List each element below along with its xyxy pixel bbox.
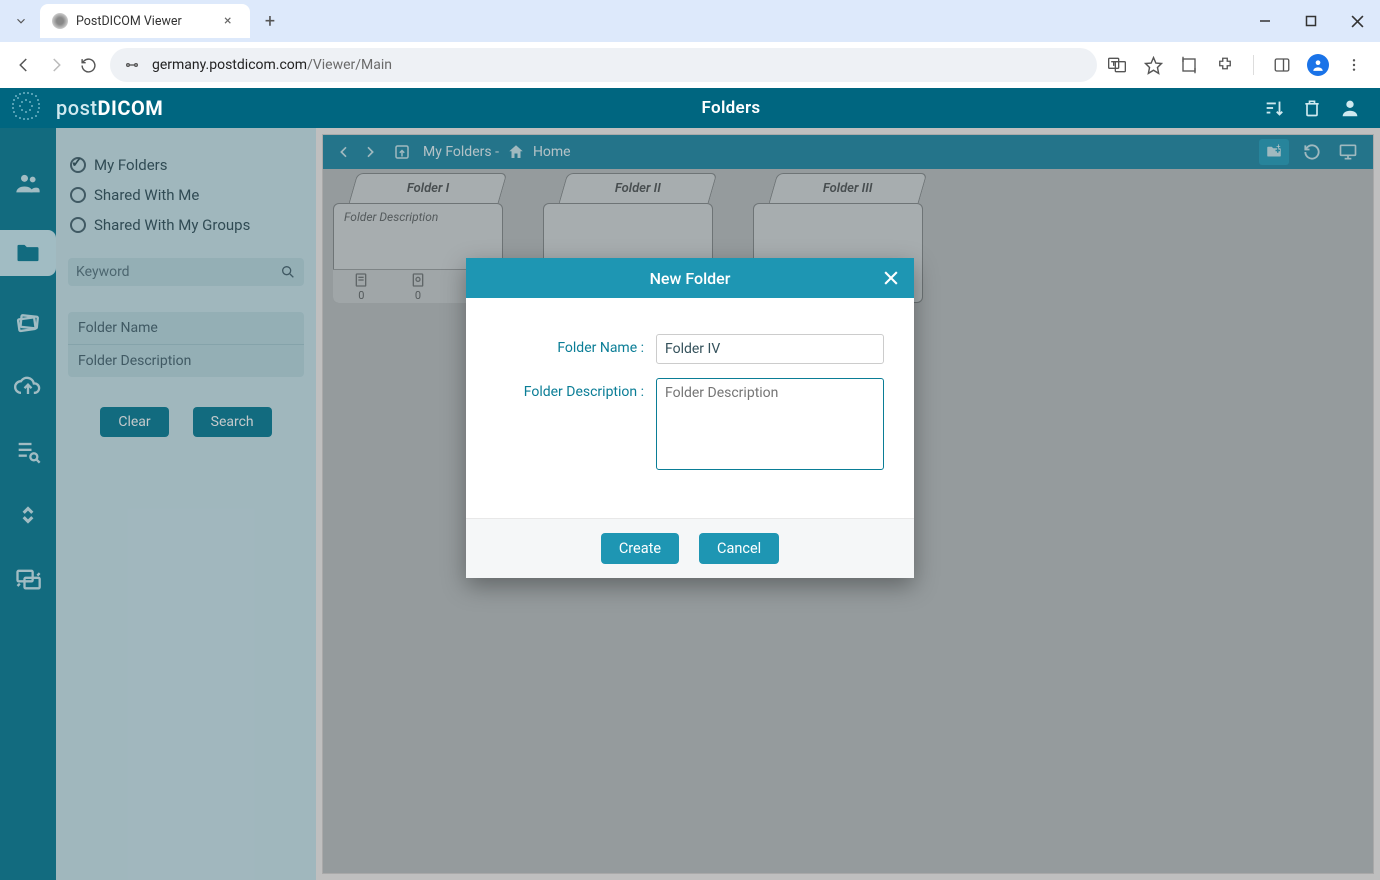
forward-button[interactable] xyxy=(40,49,72,81)
create-button[interactable]: Create xyxy=(601,533,679,564)
star-icon[interactable] xyxy=(1139,51,1167,79)
folder-name-row: Folder Name : xyxy=(496,334,884,364)
minimize-icon[interactable] xyxy=(1242,0,1288,42)
tab-title: PostDICOM Viewer xyxy=(76,14,224,29)
close-icon[interactable] xyxy=(878,265,904,291)
cancel-button[interactable]: Cancel xyxy=(699,533,779,564)
new-tab-button[interactable]: + xyxy=(256,7,284,35)
site-info-icon[interactable] xyxy=(122,55,142,75)
sidepanel-icon[interactable] xyxy=(1268,51,1296,79)
modal-backdrop: New Folder Folder Name : Folder Descript… xyxy=(0,128,1380,880)
tabs-row: PostDICOM Viewer × + xyxy=(0,0,1380,42)
address-row: germany.postdicom.com/Viewer/Main xyxy=(0,42,1380,88)
page-title: Folders xyxy=(200,98,1262,118)
window-close-icon[interactable] xyxy=(1334,0,1380,42)
modal-header: New Folder xyxy=(466,258,914,298)
url-text: germany.postdicom.com/Viewer/Main xyxy=(152,57,392,73)
folder-name-input[interactable] xyxy=(656,334,884,364)
translate-icon[interactable] xyxy=(1103,51,1131,79)
address-bar[interactable]: germany.postdicom.com/Viewer/Main xyxy=(110,48,1097,82)
logo: postDICOM xyxy=(0,88,200,128)
app-body: My Folders Shared With Me Shared With My… xyxy=(0,128,1380,880)
folder-description-row: Folder Description : xyxy=(496,378,884,474)
extensions-icon[interactable] xyxy=(1211,51,1239,79)
user-icon[interactable] xyxy=(1338,96,1362,120)
sort-icon[interactable] xyxy=(1262,96,1286,120)
logo-mark xyxy=(6,88,56,128)
tab-list-caret[interactable] xyxy=(6,6,36,36)
app-root: postDICOM Folders My Folders xyxy=(0,88,1380,880)
modal-title: New Folder xyxy=(650,269,731,288)
trash-icon[interactable] xyxy=(1300,96,1324,120)
kebab-menu-icon[interactable] xyxy=(1340,51,1368,79)
maximize-icon[interactable] xyxy=(1288,0,1334,42)
folder-description-input[interactable] xyxy=(656,378,884,470)
new-folder-modal: New Folder Folder Name : Folder Descript… xyxy=(466,258,914,578)
toolbar-right xyxy=(1103,51,1372,79)
profile-avatar[interactable] xyxy=(1304,51,1332,79)
logo-text: postDICOM xyxy=(56,96,163,120)
folder-description-label: Folder Description : xyxy=(496,378,656,400)
separator xyxy=(1253,55,1254,75)
browser-chrome: PostDICOM Viewer × + germany.postdicom.c… xyxy=(0,0,1380,88)
active-tab[interactable]: PostDICOM Viewer × xyxy=(40,4,250,38)
modal-footer: Create Cancel xyxy=(466,518,914,578)
reload-button[interactable] xyxy=(72,49,104,81)
crop-icon[interactable] xyxy=(1175,51,1203,79)
back-button[interactable] xyxy=(8,49,40,81)
header-actions xyxy=(1262,96,1380,120)
folder-name-label: Folder Name : xyxy=(496,334,656,356)
tab-favicon xyxy=(52,13,68,29)
close-tab-icon[interactable]: × xyxy=(224,13,238,29)
modal-body: Folder Name : Folder Description : xyxy=(466,298,914,518)
app-header: postDICOM Folders xyxy=(0,88,1380,128)
window-controls xyxy=(1242,0,1380,42)
